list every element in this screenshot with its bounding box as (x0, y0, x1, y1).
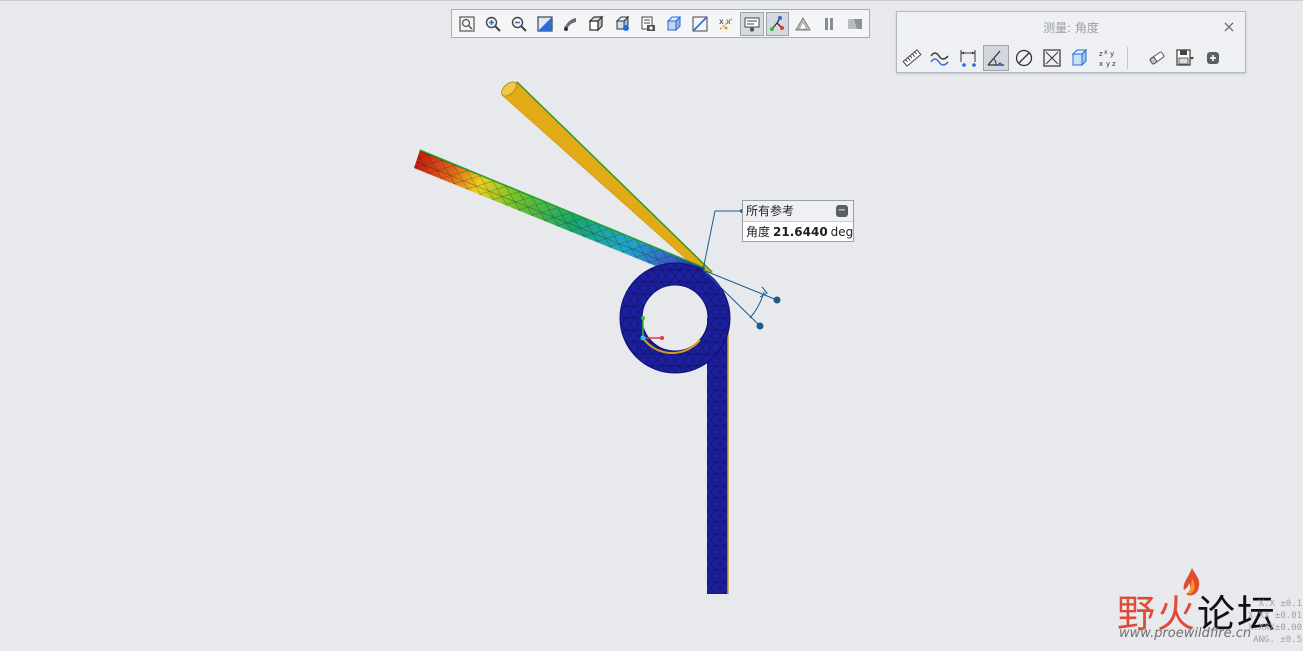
measure-icon[interactable] (791, 12, 815, 36)
tolerance-line: X.XX ±0.01 (1247, 611, 1302, 621)
graphics-toolbar: xx (451, 9, 870, 38)
curve-length-icon[interactable] (927, 45, 953, 71)
tolerance-table: X.X ±0.1 X.XX ±0.01 X.XXX±0.00 ANG. ±0.5 (1236, 598, 1302, 646)
add-icon[interactable] (1200, 45, 1226, 71)
spin-center-icon[interactable]: xx (714, 12, 738, 36)
repaint-icon[interactable] (533, 12, 557, 36)
svg-text:x: x (1104, 49, 1108, 56)
svg-text:x: x (719, 17, 724, 26)
angle-label: 角度 (746, 225, 771, 239)
area-icon[interactable] (1039, 45, 1065, 71)
svg-text:y: y (1106, 60, 1110, 68)
deformed-arm[interactable] (414, 149, 706, 284)
transform-icon[interactable]: zxyxyz (1095, 45, 1121, 71)
toolbar-separator (1127, 46, 1128, 69)
model-viewport[interactable] (0, 0, 1303, 651)
refit-icon[interactable] (455, 12, 479, 36)
eraser-icon[interactable] (1144, 45, 1170, 71)
svg-text:z: z (1099, 50, 1103, 58)
angle-unit: deg (830, 225, 854, 239)
measure-tools: zxyxyz (899, 44, 1228, 71)
save-icon[interactable] (1172, 45, 1198, 71)
close-icon[interactable]: × (1221, 19, 1237, 35)
tolerance-line: X.XXX±0.00 (1247, 623, 1302, 633)
distance-icon[interactable] (955, 45, 981, 71)
measure-panel: 测量: 角度 × zxyxyz (896, 11, 1246, 73)
svg-text:y: y (1110, 50, 1114, 58)
tolerance-line: X.X ±0.1 (1258, 599, 1302, 609)
display-style-icon[interactable] (584, 12, 608, 36)
spring-coil[interactable] (619, 262, 731, 374)
annotation-display-icon[interactable] (688, 12, 712, 36)
angle-result-row: 角度 21.6440 deg (743, 222, 853, 242)
length-icon[interactable] (899, 45, 925, 71)
annotation-filter-icon[interactable] (739, 11, 764, 36)
zoom-in-icon[interactable] (481, 12, 505, 36)
datum-display-icon[interactable] (662, 12, 686, 36)
angle-value: 21.6440 (773, 225, 828, 239)
view-manager-icon[interactable] (636, 12, 660, 36)
collapse-icon[interactable]: − (836, 205, 848, 217)
navigate-icon[interactable] (843, 12, 867, 36)
volume-icon[interactable] (1067, 45, 1093, 71)
pause-icon[interactable] (817, 12, 841, 36)
forum-url: www.proewildfire.cn (1119, 626, 1252, 641)
svg-text:z: z (1112, 60, 1116, 68)
svg-text:x: x (1099, 60, 1103, 68)
flow-display-icon[interactable] (765, 11, 790, 36)
angle-icon[interactable] (983, 44, 1009, 71)
measure-panel-title: 测量: 角度 (1043, 21, 1099, 35)
perspective-icon[interactable] (559, 12, 583, 36)
zoom-out-icon[interactable] (507, 12, 531, 36)
tolerance-line: ANG. ±0.5 (1253, 635, 1302, 645)
callout-header-label: 所有参考 (746, 204, 795, 218)
measurement-callout[interactable]: 所有参考 − 角度 21.6440 deg (742, 200, 854, 242)
callout-header: 所有参考 − (743, 201, 853, 222)
diameter-icon[interactable] (1011, 45, 1037, 71)
saved-orientations-icon[interactable] (610, 12, 634, 36)
